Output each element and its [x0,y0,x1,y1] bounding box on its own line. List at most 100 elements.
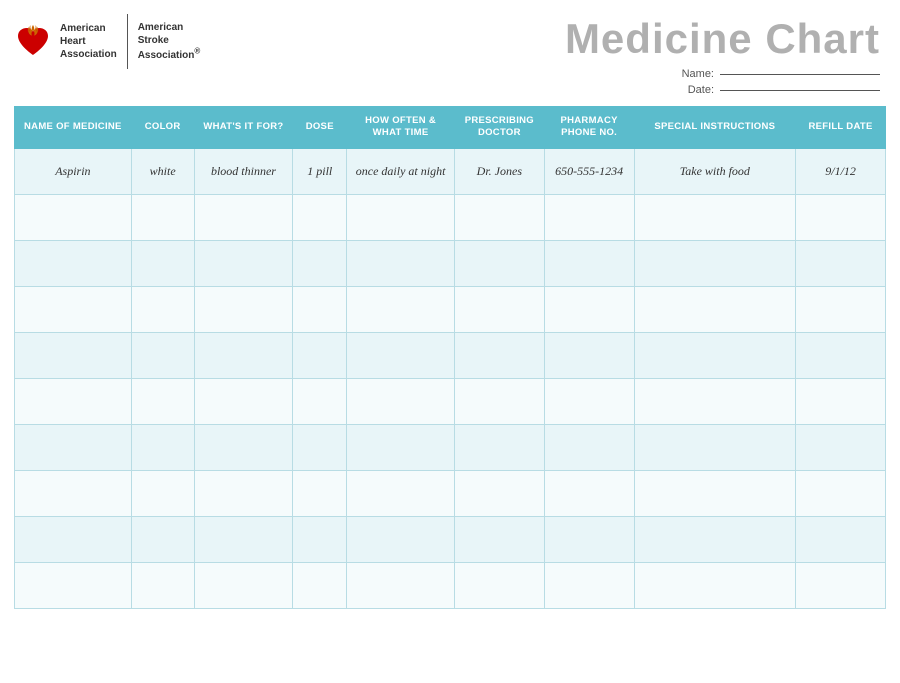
page: American Heart Association American Stro… [0,0,900,683]
cell-r1-c3 [293,194,347,240]
cell-r6-c8 [796,424,886,470]
cell-r4-c0 [15,332,132,378]
table-row [15,240,886,286]
cell-r9-c3 [293,562,347,608]
name-field: Name: [682,68,880,80]
cell-r8-c6 [544,516,634,562]
col-header-refill: REFILL DATE [796,107,886,149]
cell-r8-c7 [634,516,796,562]
col-header-color: COLOR [131,107,194,149]
cell-r7-c5 [454,470,544,516]
cell-r0-c2: blood thinner [194,148,293,194]
cell-r6-c3 [293,424,347,470]
cell-r9-c7 [634,562,796,608]
cell-r7-c0 [15,470,132,516]
cell-r2-c0 [15,240,132,286]
cell-r8-c1 [131,516,194,562]
logo-text-asa: American Stroke Association® [138,21,201,62]
cell-r4-c2 [194,332,293,378]
cell-r8-c5 [454,516,544,562]
table-container: NAME OF MEDICINE COLOR WHAT'S IT FOR? DO… [0,106,900,623]
cell-r6-c2 [194,424,293,470]
col-header-how: HOW OFTEN & WHAT TIME [347,107,455,149]
cell-r3-c8 [796,286,886,332]
cell-r1-c1 [131,194,194,240]
cell-r1-c7 [634,194,796,240]
cell-r7-c7 [634,470,796,516]
cell-r4-c7 [634,332,796,378]
col-header-doctor: PRESCRIBING DOCTOR [454,107,544,149]
cell-r5-c4 [347,378,455,424]
cell-r8-c0 [15,516,132,562]
logo-divider [127,14,128,69]
cell-r6-c6 [544,424,634,470]
cell-r2-c2 [194,240,293,286]
cell-r7-c6 [544,470,634,516]
cell-r1-c2 [194,194,293,240]
col-header-dose: DOSE [293,107,347,149]
cell-r3-c5 [454,286,544,332]
table-row: Aspirinwhiteblood thinner1 pillonce dail… [15,148,886,194]
cell-r5-c8 [796,378,886,424]
name-line [720,74,880,75]
cell-r1-c4 [347,194,455,240]
cell-r2-c1 [131,240,194,286]
cell-r7-c4 [347,470,455,516]
cell-r9-c0 [15,562,132,608]
cell-r0-c6: 650-555-1234 [544,148,634,194]
cell-r9-c8 [796,562,886,608]
cell-r8-c2 [194,516,293,562]
table-row [15,378,886,424]
cell-r6-c4 [347,424,455,470]
cell-r0-c8: 9/1/12 [796,148,886,194]
cell-r3-c1 [131,286,194,332]
col-header-pharmacy: PHARMACY PHONE NO. [544,107,634,149]
cell-r4-c6 [544,332,634,378]
cell-r4-c5 [454,332,544,378]
page-title: Medicine Chart [565,18,880,60]
date-line [720,90,880,91]
cell-r6-c5 [454,424,544,470]
cell-r5-c6 [544,378,634,424]
table-row [15,470,886,516]
cell-r9-c4 [347,562,455,608]
table-row [15,332,886,378]
logo-text-aha: American Heart Association [60,22,117,61]
table-row [15,562,886,608]
cell-r4-c4 [347,332,455,378]
cell-r6-c7 [634,424,796,470]
header: American Heart Association American Stro… [0,0,900,106]
cell-r3-c6 [544,286,634,332]
cell-r8-c8 [796,516,886,562]
col-header-medicine: NAME OF MEDICINE [15,107,132,149]
cell-r2-c6 [544,240,634,286]
date-field: Date: [688,84,880,96]
cell-r7-c2 [194,470,293,516]
cell-r2-c7 [634,240,796,286]
table-row [15,286,886,332]
medicine-table: NAME OF MEDICINE COLOR WHAT'S IT FOR? DO… [14,106,886,609]
form-fields: Name: Date: [565,68,880,96]
cell-r5-c5 [454,378,544,424]
name-label: Name: [682,68,714,80]
cell-r5-c1 [131,378,194,424]
table-header-row: NAME OF MEDICINE COLOR WHAT'S IT FOR? DO… [15,107,886,149]
cell-r5-c2 [194,378,293,424]
col-header-whats: WHAT'S IT FOR? [194,107,293,149]
cell-r1-c6 [544,194,634,240]
cell-r7-c3 [293,470,347,516]
cell-r4-c1 [131,332,194,378]
cell-r8-c4 [347,516,455,562]
cell-r9-c5 [454,562,544,608]
cell-r0-c4: once daily at night [347,148,455,194]
cell-r6-c0 [15,424,132,470]
cell-r2-c8 [796,240,886,286]
table-row [15,194,886,240]
cell-r5-c7 [634,378,796,424]
date-label: Date: [688,84,714,96]
col-header-special: SPECIAL INSTRUCTIONS [634,107,796,149]
cell-r1-c8 [796,194,886,240]
cell-r4-c3 [293,332,347,378]
cell-r5-c3 [293,378,347,424]
cell-r1-c5 [454,194,544,240]
